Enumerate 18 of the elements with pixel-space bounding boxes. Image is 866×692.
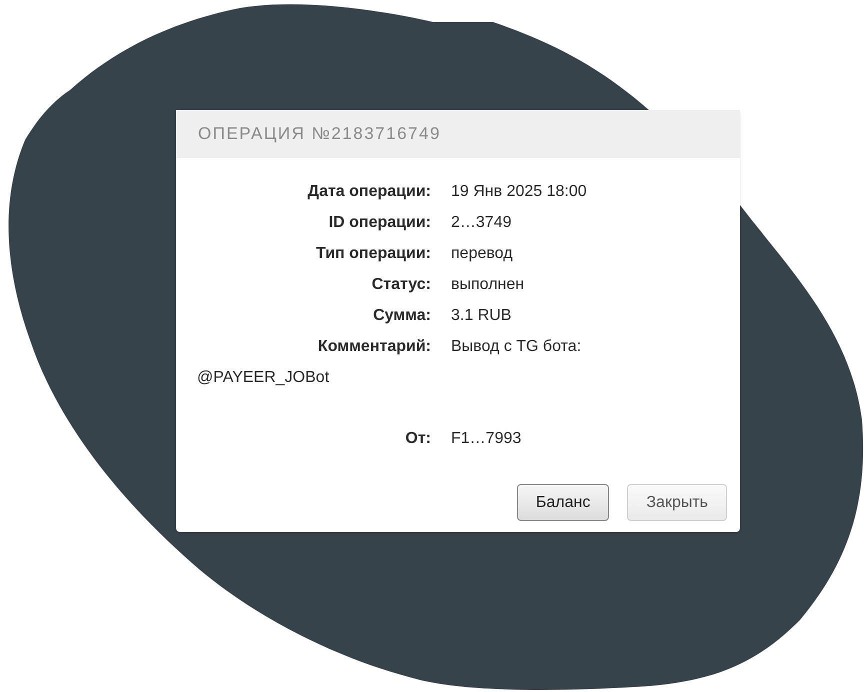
field-value: Вывод с TG бота: [451, 337, 582, 357]
field-label: Тип операции: [316, 244, 431, 264]
field-value: выполнен [451, 275, 524, 295]
field-value: 3.1 RUB [451, 306, 512, 326]
dialog-title: ОПЕРАЦИЯ №2183716749 [198, 123, 441, 146]
field-label: От: [405, 429, 431, 449]
field-value: 2…3749 [451, 213, 512, 233]
field-label: ID операции: [328, 213, 431, 233]
field-value: @PAYEER_JOBot [197, 368, 330, 388]
field-value: F1…7993 [451, 429, 522, 449]
field-label: Сумма: [373, 306, 431, 326]
dialog-button[interactable]: Баланс [516, 484, 610, 521]
field-label: Статус: [372, 275, 431, 295]
field-value: 19 Янв 2025 18:00 [451, 182, 587, 202]
field-value: перевод [451, 244, 513, 264]
field-label: Дата операции: [308, 182, 431, 202]
dialog-button[interactable]: Закрыть [627, 484, 727, 521]
field-label: Комментарий: [318, 337, 431, 357]
